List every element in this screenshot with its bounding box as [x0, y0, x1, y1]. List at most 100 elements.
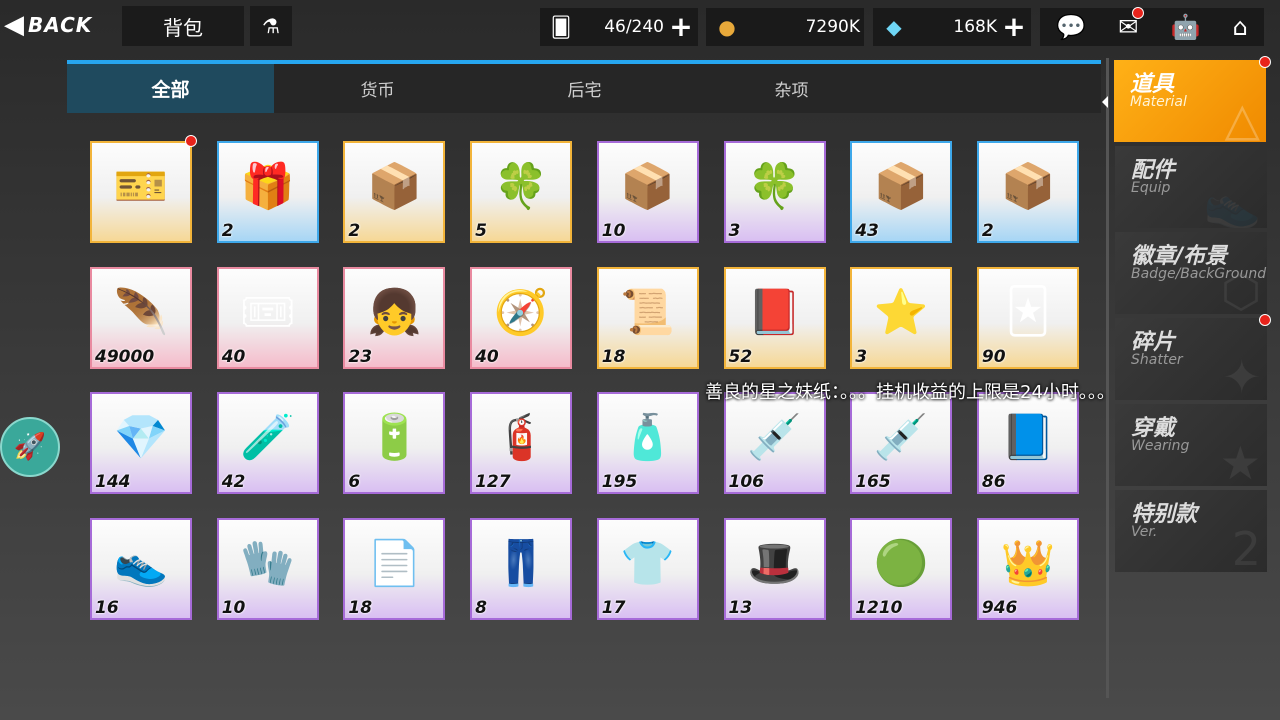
tab-dorm[interactable]: 后宅: [481, 64, 688, 113]
back-label: BACK: [28, 13, 93, 37]
category-sublabel: Equip: [1131, 180, 1171, 196]
inventory-item[interactable]: 📦 2: [976, 141, 1079, 243]
inventory-item[interactable]: 📜 18: [596, 266, 699, 369]
inventory-item[interactable]: 💉 165: [850, 392, 953, 494]
coin-box-icon: 📦: [1000, 161, 1056, 212]
badge-scroll-icon: 📜: [620, 286, 676, 338]
item-count: 90: [981, 346, 1006, 367]
teal-orb-icon: 🟢: [873, 537, 929, 589]
inventory-item[interactable]: 🪶 49000: [90, 266, 192, 369]
resource-cards: 🂠 46/240 +: [540, 8, 698, 46]
inventory-item[interactable]: 📦 43: [850, 141, 953, 243]
item-count: 49000: [95, 346, 155, 367]
diamond-icon: ◆: [886, 15, 902, 39]
syringe-icon: 💉: [873, 412, 929, 463]
back-button[interactable]: ◀ BACK: [4, 6, 132, 44]
inventory-item[interactable]: 💉 106: [723, 392, 826, 494]
inventory-item[interactable]: 👕 17: [596, 517, 699, 620]
ticket-box-icon: 📦: [873, 161, 929, 212]
new-badge: [185, 135, 197, 147]
ticket-icon: 🎫: [113, 161, 169, 212]
flask-icon[interactable]: ⚗: [250, 6, 292, 46]
inventory-item[interactable]: 📄 18: [343, 517, 446, 620]
inventory-item[interactable]: 👧 23: [343, 266, 446, 369]
category-deco-icon: ★: [1219, 436, 1261, 486]
glue-tube-icon: 💉: [747, 412, 802, 463]
category-shatter[interactable]: ✦ 碎片 Shatter: [1115, 318, 1267, 400]
inventory-item[interactable]: 🧭 40: [470, 266, 573, 369]
item-count: 42: [221, 472, 246, 492]
robot-icon[interactable]: 🤖: [1171, 13, 1201, 41]
inventory-item[interactable]: 🧪 42: [216, 392, 319, 494]
category-equip[interactable]: 👟 配件 Equip: [1115, 146, 1267, 228]
inventory-item[interactable]: 🔋 6: [343, 392, 446, 494]
inventory-item[interactable]: 🎫: [90, 135, 197, 243]
category-sublabel: Shatter: [1131, 352, 1183, 368]
inventory-item[interactable]: 🟢 1210: [850, 517, 953, 620]
inventory-item[interactable]: 👟 16: [90, 517, 192, 620]
inventory-item[interactable]: 🍀 3: [723, 141, 826, 243]
tab-all[interactable]: 全部: [67, 64, 274, 113]
figure-story-icon: 👧: [366, 286, 422, 338]
inventory-item[interactable]: ⭐ 3: [850, 266, 953, 369]
tab-misc[interactable]: 杂项: [688, 64, 895, 113]
inventory-item[interactable]: 👖 8: [470, 517, 573, 620]
item-count: 17: [601, 597, 626, 618]
shoes-manual-icon: 👟: [113, 537, 169, 589]
selected-arrow-icon: [1102, 96, 1108, 108]
tab-currency[interactable]: 货币: [274, 64, 481, 113]
ticket-box-icon: 📦: [620, 161, 676, 212]
battery-icon: 🔋: [366, 412, 422, 463]
item-count: 946: [981, 597, 1018, 618]
resource-value: 168K: [953, 17, 997, 37]
item-count: 127: [475, 472, 511, 492]
inventory-item[interactable]: 🃏 90: [976, 266, 1079, 369]
resource-diamonds: ◆ 168K +: [873, 8, 1031, 46]
inventory-item[interactable]: 🍀 5: [470, 141, 573, 243]
canister-icon: 🧪: [240, 412, 296, 463]
chat-icon[interactable]: 💬: [1056, 13, 1086, 41]
red-canister-icon: 🧯: [493, 412, 549, 463]
hats-manual-icon: 🎩: [747, 537, 802, 589]
inventory-item[interactable]: 🧴 195: [596, 392, 699, 494]
category-sublabel: Ver.: [1131, 524, 1158, 540]
category-material[interactable]: △ 道具 Material: [1114, 60, 1266, 142]
inventory-item[interactable]: 🧤 10: [216, 517, 319, 620]
hint-text: 善良的星之妹纸：。。。挂机收益的上限是24小时。。。: [705, 382, 1115, 403]
add-diamonds-button[interactable]: +: [1001, 13, 1027, 41]
inventory-item[interactable]: 📘 86: [976, 392, 1079, 494]
item-count: 6: [348, 472, 361, 492]
clothes-manual-icon: 👕: [620, 537, 676, 589]
book-icon: 📕: [747, 286, 802, 338]
category-badge-background[interactable]: ⬡ 徽章/布景 Badge/BackGround: [1115, 232, 1267, 314]
gift-box-icon: 🎁: [240, 161, 296, 212]
inventory-item[interactable]: 📦 2: [343, 141, 446, 243]
item-count: 23: [348, 346, 373, 367]
item-count: 106: [728, 472, 765, 492]
nail-polish-icon: 🧴: [620, 412, 676, 463]
category-ver[interactable]: 2 特别款 Ver.: [1115, 490, 1267, 572]
inventory-item[interactable]: 📕 52: [723, 266, 826, 369]
crown-icon: 👑: [1000, 537, 1056, 589]
home-icon[interactable]: ⌂: [1233, 13, 1248, 41]
inventory-item[interactable]: 💎 144: [90, 392, 192, 494]
coin-icon: ●: [718, 15, 736, 39]
inventory-item[interactable]: 📦 10: [596, 141, 699, 243]
inventory-item[interactable]: 👑 946: [976, 517, 1079, 620]
resource-value: 7290K: [805, 17, 860, 37]
rocket-icon[interactable]: 🚀: [0, 417, 60, 477]
top-icons: 💬 ✉ 🤖 ⌂: [1040, 7, 1264, 46]
add-cards-button[interactable]: +: [668, 13, 694, 41]
compass-icon: 🧭: [493, 286, 549, 338]
item-count: 40: [475, 346, 499, 367]
item-count: 52: [728, 346, 753, 367]
category-sidebar: △ 道具 Material 👟 配件 Equip ⬡ 徽章/布景 Badge/BackGroun…: [1102, 56, 1280, 698]
inventory-item[interactable]: 🎁 2: [216, 141, 319, 243]
clover-box-icon: 🍀: [747, 161, 802, 212]
mail-icon[interactable]: ✉: [1118, 7, 1145, 41]
item-count: 5: [475, 221, 487, 241]
inventory-item[interactable]: 🎩 13: [723, 517, 826, 620]
category-wearing[interactable]: ★ 穿戴 Wearing: [1115, 404, 1267, 486]
inventory-item[interactable]: 🎟 40: [216, 266, 319, 369]
inventory-item[interactable]: 🧯 127: [470, 392, 573, 494]
